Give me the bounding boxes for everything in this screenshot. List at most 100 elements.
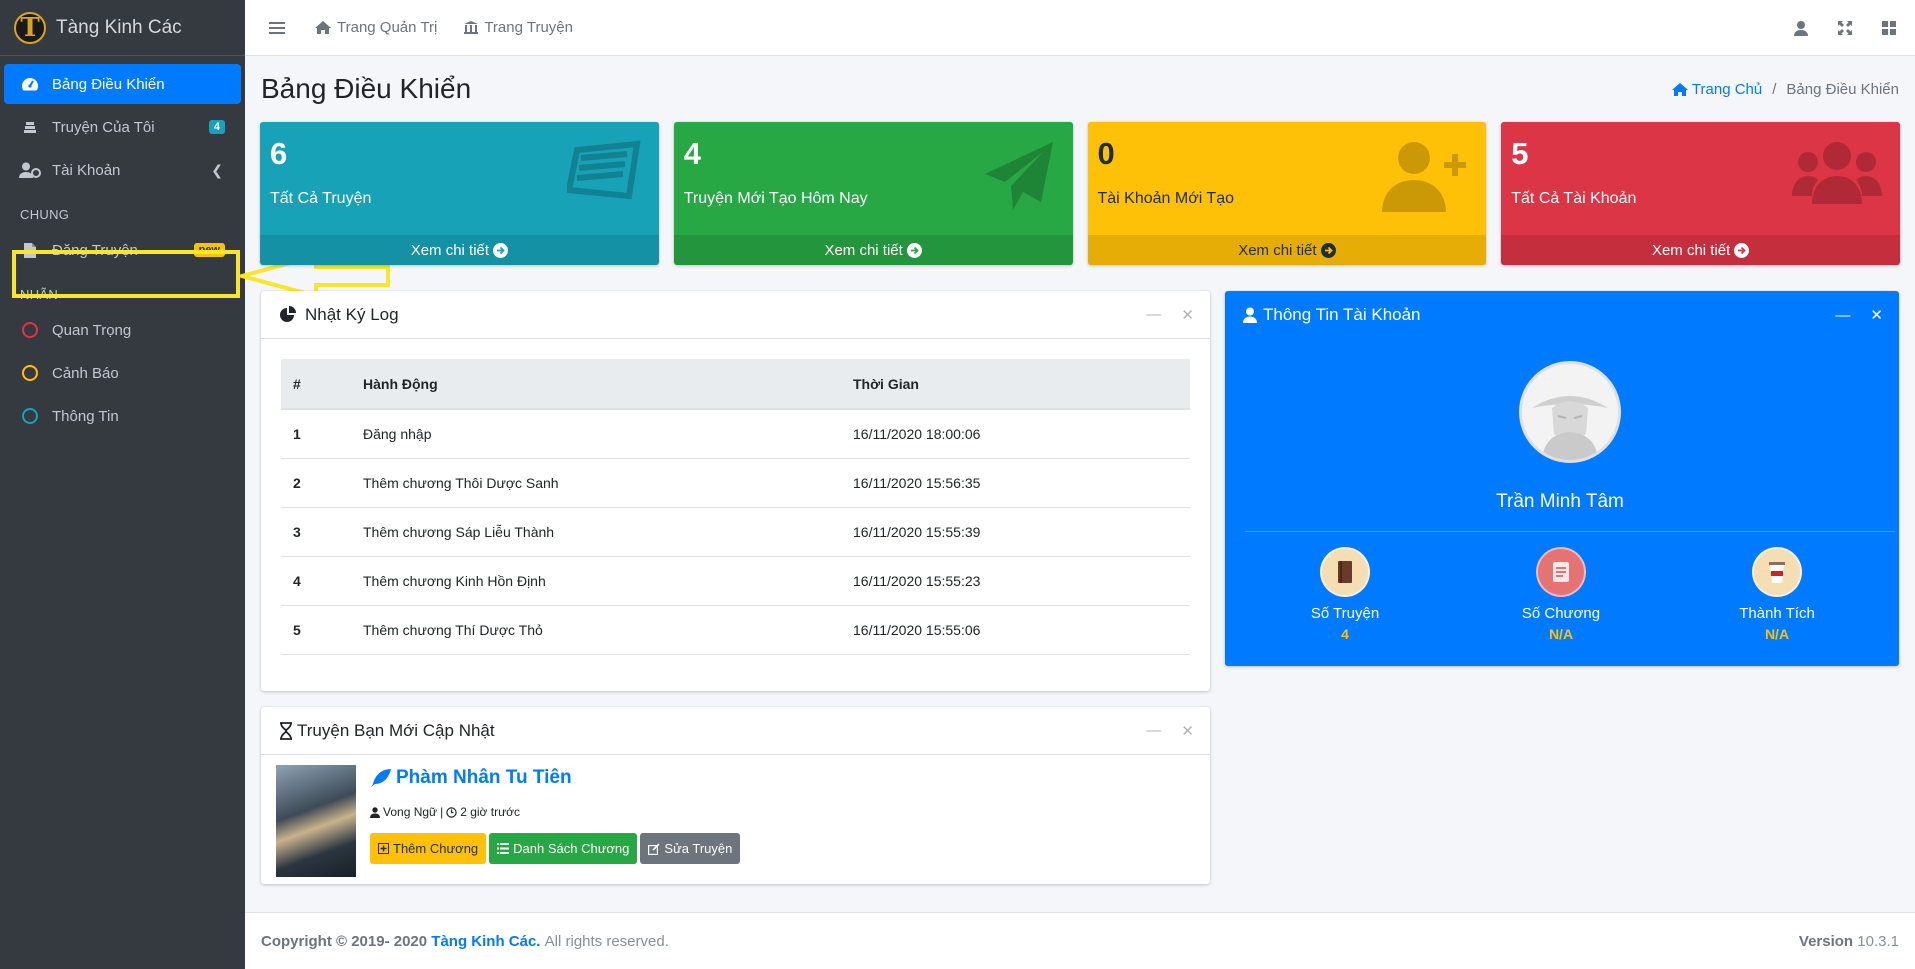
fullscreen-icon[interactable]: [1837, 20, 1853, 36]
stat-value: N/A: [1548, 626, 1574, 642]
stat-boxes: 6 Tất Cả Truyện Xem chi tiết 4 Truyện Mớ…: [245, 122, 1915, 265]
card-header: Nhật Ký Log — ✕: [261, 291, 1210, 339]
version-label: Version: [1798, 932, 1854, 950]
table-cell: 16/11/2020 15:55:39: [841, 507, 1190, 557]
table-cell: 16/11/2020 15:55:06: [841, 605, 1190, 655]
sidebar-item-label: Tài Khoản: [52, 161, 121, 179]
brand-link[interactable]: T Tàng Kinh Các: [0, 0, 245, 56]
more-info-link[interactable]: Xem chi tiết: [1501, 235, 1900, 265]
edit-story-button[interactable]: Sửa Truyện: [640, 833, 741, 864]
table-cell: Thêm chương Thôi Dược Sanh: [351, 458, 841, 508]
table-cell: 4: [281, 556, 351, 606]
card-title: Nhật Ký Log: [305, 304, 399, 324]
sidebar-item-dashboard[interactable]: Bảng Điều Khiển: [4, 64, 241, 104]
table-cell: Thêm chương Thí Dược Thỏ: [351, 605, 841, 655]
log-table: # Hành Động Thời Gian 1 Đăng nhập 16/11/20…: [281, 359, 1190, 655]
home-icon: [315, 21, 331, 34]
minimize-icon[interactable]: —: [1146, 306, 1161, 323]
stat-label: Số Truyện: [1310, 605, 1380, 622]
navbar-right: [1793, 20, 1897, 36]
close-icon[interactable]: ✕: [1181, 722, 1194, 740]
table-cell: 5: [281, 605, 351, 655]
circle-icon: [18, 408, 42, 424]
more-info-label: Xem chi tiết: [410, 241, 490, 259]
table-row: 4 Thêm chương Kinh Hồn Định 16/11/2020 15:…: [281, 556, 1190, 606]
breadcrumb-home-label: Trang Chủ: [1691, 80, 1763, 98]
column-header: Thời Gian: [841, 359, 1190, 410]
card-tools: — ✕: [1146, 306, 1194, 324]
sidebar-item-my-stories[interactable]: Truyện Của Tôi 4: [4, 107, 241, 147]
story-title-link[interactable]: Phàm Nhân Tu Tiên: [370, 767, 572, 789]
meta-separator: |: [440, 805, 444, 819]
stat-value: 4: [1341, 626, 1349, 642]
minimize-icon[interactable]: —: [1835, 307, 1850, 324]
stat-story-count: Số Truyện 4: [1275, 547, 1415, 642]
edit-icon: [648, 842, 660, 855]
table-cell: 16/11/2020 18:00:06: [841, 409, 1190, 459]
account-name: Trần Minh Tâm: [1496, 491, 1624, 512]
stat-value: 0: [1097, 136, 1115, 171]
copyright-text: Copyright © 2019- 2020: [261, 932, 428, 950]
stat-value: 5: [1511, 136, 1529, 171]
nav-link-admin[interactable]: Trang Quản Trị: [314, 19, 437, 36]
add-chapter-button[interactable]: Thêm Chương: [370, 833, 487, 864]
divider: [1245, 531, 1895, 532]
story-actions: Thêm Chương Danh Sách Chương Sửa Truyện: [370, 833, 741, 864]
more-info-link[interactable]: Xem chi tiết: [260, 235, 659, 265]
sidebar-item-account[interactable]: Tài Khoản ❮: [4, 150, 241, 190]
table-cell: 16/11/2020 15:56:35: [841, 458, 1190, 508]
sidebar: T Tàng Kinh Các Bảng Điều Khiển Truyện C…: [0, 0, 245, 969]
account-card: Thông Tin Tài Khoản — ✕ Trần Minh Tâm Số…: [1225, 291, 1899, 666]
nav-link-label: Trang Truyện: [484, 19, 573, 36]
paper-plane-icon: [984, 142, 1053, 210]
chapter-list-button[interactable]: Danh Sách Chương: [489, 833, 638, 864]
sidebar-item-label-info[interactable]: Thông Tin: [4, 396, 241, 436]
user-icon[interactable]: [1793, 20, 1809, 36]
close-icon[interactable]: ✕: [1870, 306, 1883, 324]
card-header: Truyện Bạn Mới Cập Nhật — ✕: [261, 707, 1210, 755]
footer-brand-link[interactable]: Tàng Kinh Các.: [431, 933, 540, 950]
card-header: Thông Tin Tài Khoản — ✕: [1225, 291, 1899, 339]
breadcrumb-home-link[interactable]: Trang Chủ: [1671, 81, 1762, 98]
table-cell: 3: [281, 507, 351, 557]
arrow-circle-right-icon: [493, 242, 509, 258]
dashboard-icon: [18, 76, 42, 92]
card-title: Thông Tin Tài Khoản: [1263, 305, 1421, 324]
close-icon[interactable]: ✕: [1181, 306, 1194, 324]
stat-label: Tất Cả Truyện: [270, 190, 372, 207]
menu-toggle-button[interactable]: [269, 21, 290, 35]
table-row: 2 Thêm chương Thôi Dược Sanh 16/11/2020 15…: [281, 458, 1190, 508]
column-header: #: [281, 359, 351, 410]
circle-icon: [18, 365, 42, 381]
rights-text: All rights reserved.: [544, 932, 669, 950]
more-info-link[interactable]: Xem chi tiết: [1087, 235, 1487, 265]
avatar: [1519, 361, 1621, 463]
arrow-circle-right-icon: [1734, 242, 1750, 258]
table-cell: Đăng nhập: [351, 409, 841, 459]
brand-logo: T: [14, 11, 46, 44]
grid-icon[interactable]: [1881, 20, 1897, 36]
story-title: Phàm Nhân Tu Tiên: [396, 767, 572, 788]
list-icon: [497, 843, 510, 854]
sidebar-item-label-warning[interactable]: Cảnh Báo: [4, 353, 241, 393]
more-info-label: Xem chi tiết: [824, 241, 903, 259]
content-header: Bảng Điều Khiển Trang Chủ / Bảng Điều Kh…: [245, 56, 1915, 122]
brand-name: Tàng Kinh Các: [56, 16, 182, 38]
user-icon: [370, 806, 380, 818]
highlight-box: [12, 250, 240, 298]
sidebar-item-label: Quan Trọng: [52, 321, 132, 339]
stat-chapter-count: Số Chương N/A: [1491, 547, 1631, 642]
table-cell: 2: [281, 458, 351, 508]
circle-icon: [18, 322, 42, 338]
story-count-badge: 4: [208, 120, 225, 134]
breadcrumb: Trang Chủ / Bảng Điều Khiển: [1671, 81, 1899, 98]
nav-link-stories[interactable]: Trang Truyện: [463, 19, 573, 36]
story-cover-image[interactable]: [276, 765, 356, 877]
more-info-link[interactable]: Xem chi tiết: [673, 235, 1073, 265]
home-icon: [1671, 82, 1688, 96]
book-icon: [1320, 547, 1370, 597]
minimize-icon[interactable]: —: [1146, 722, 1161, 739]
sidebar-item-label-important[interactable]: Quan Trọng: [4, 310, 241, 350]
more-info-label: Xem chi tiết: [1651, 241, 1731, 259]
stat-label: Thành Tích: [1739, 605, 1815, 622]
